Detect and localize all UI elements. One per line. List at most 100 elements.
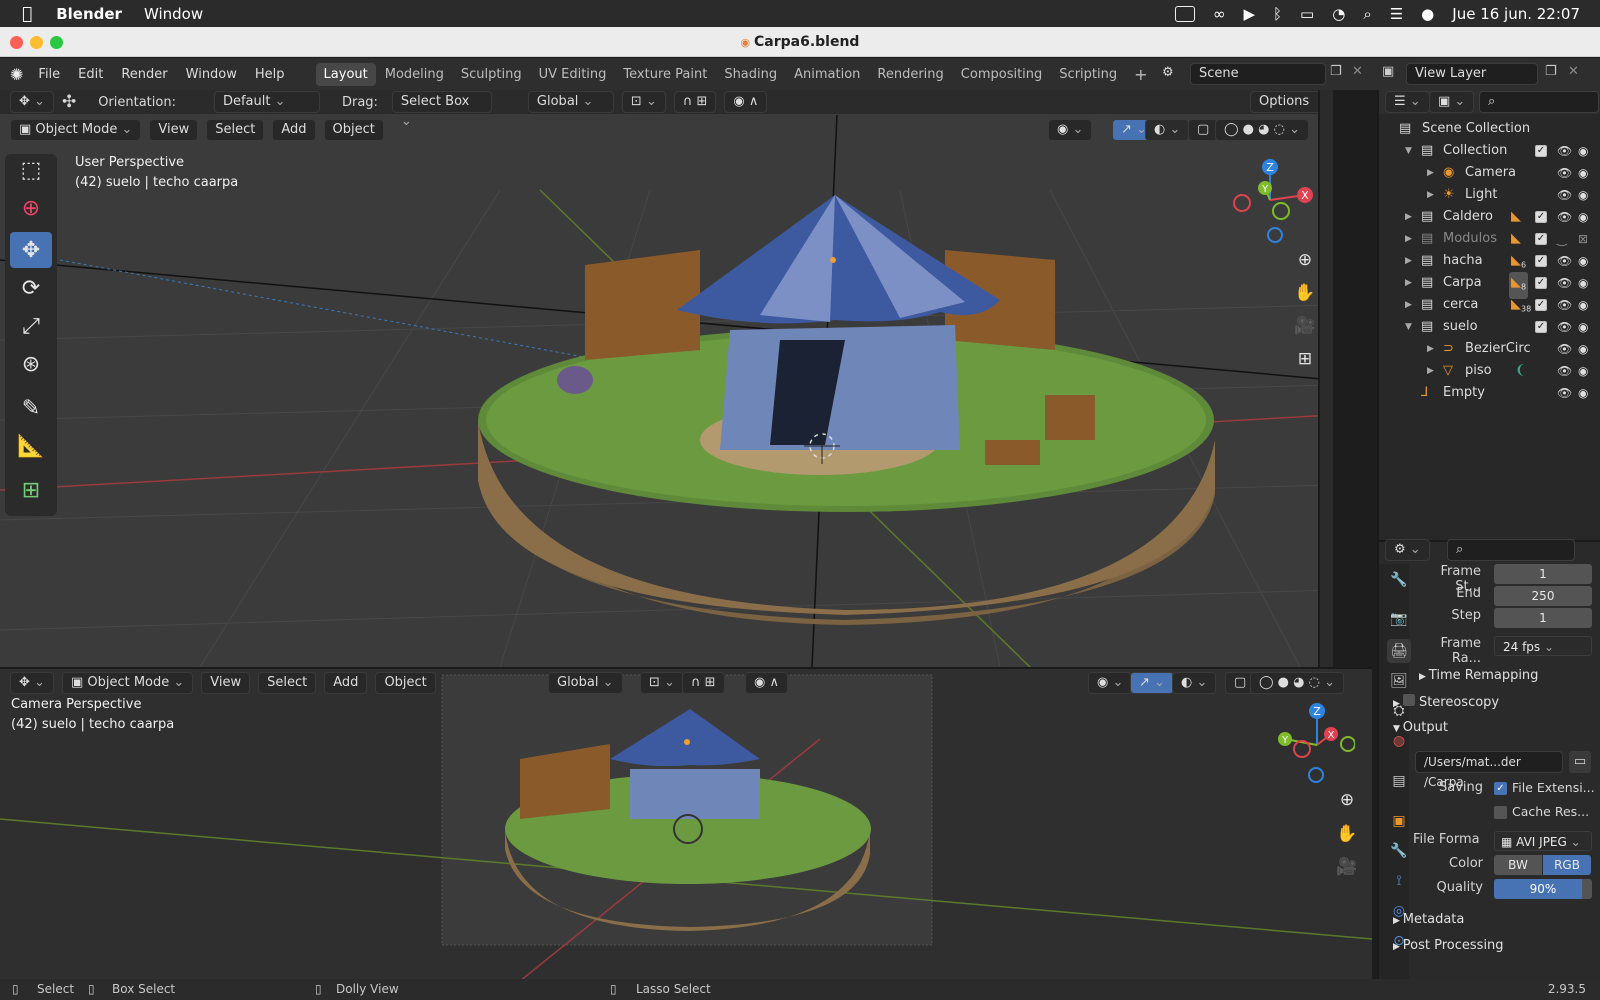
checkbox-icon[interactable]: ✓ — [1535, 299, 1547, 311]
stereoscopy-section[interactable]: ▶ Stereoscopy — [1393, 694, 1499, 710]
close-window-button[interactable] — [10, 36, 23, 49]
play-icon[interactable]: ▶ — [1243, 5, 1255, 23]
region-divider[interactable] — [1318, 90, 1333, 667]
render-camera-icon[interactable]: ◉ — [1578, 162, 1588, 184]
time-remapping-section[interactable]: ▶ Time Remapping — [1419, 668, 1538, 683]
add-workspace-button[interactable]: + — [1126, 61, 1155, 88]
render-camera-icon[interactable]: ◉ — [1578, 140, 1588, 162]
object-tab-icon[interactable]: ▣ — [1387, 809, 1411, 833]
apple-icon[interactable]:  — [22, 4, 32, 24]
eye-icon[interactable]: 👁 — [1557, 184, 1572, 206]
remove-scene-icon[interactable]: ✕ — [1352, 64, 1363, 79]
quality-slider[interactable]: 90% — [1494, 879, 1592, 899]
shading-modes[interactable]: ◯ ● ◕ ◌ — [1215, 119, 1310, 141]
eye-icon[interactable]: 👁 — [1557, 162, 1572, 184]
frame-step-field[interactable]: 1 — [1494, 608, 1592, 628]
remove-view-layer-icon[interactable]: ✕ — [1568, 64, 1579, 79]
new-view-layer-icon[interactable]: ❐ — [1545, 64, 1557, 79]
checkbox-icon[interactable]: ✓ — [1535, 321, 1547, 333]
blender-logo-icon[interactable]: ✺ — [10, 65, 23, 84]
control-center-icon[interactable]: ☰ — [1390, 5, 1403, 23]
add-menu[interactable]: Add — [272, 119, 316, 141]
navigation-gizmo[interactable]: Z X Y — [1225, 155, 1315, 245]
editor-type-icon[interactable]: ✥ — [10, 672, 54, 694]
cam-visibility-icon[interactable]: ◉ — [1088, 672, 1133, 694]
frame-rate-dropdown[interactable]: 24 fps — [1494, 636, 1592, 656]
tab-rendering[interactable]: Rendering — [869, 63, 951, 86]
main-3d-viewport[interactable]: ✥ ✣ Orientation: Default Drag: Select Bo… — [0, 90, 1333, 667]
checkbox-icon[interactable]: ✓ — [1535, 255, 1547, 267]
tab-sculpting[interactable]: Sculpting — [453, 63, 530, 86]
expand-arrow-icon[interactable]: ▶ — [1405, 206, 1412, 228]
outliner-row-piso[interactable]: ▶ ▽ piso ❨ 👁 ◉ — [1379, 360, 1600, 382]
measure-tool[interactable]: 📐 — [10, 428, 52, 464]
rotate-tool[interactable]: ⟳ — [10, 270, 52, 306]
clock-datetime[interactable]: Jue 16 jun. 22:07 — [1452, 5, 1580, 23]
zoom-view-icon[interactable]: ⊕ — [1290, 245, 1320, 275]
menu-help[interactable]: Help — [246, 67, 294, 82]
checkbox-icon[interactable]: ✓ — [1535, 211, 1547, 223]
object-menu[interactable]: Object — [323, 119, 384, 141]
scene-field[interactable]: Scene — [1190, 63, 1326, 85]
render-tab-icon[interactable]: 📷 — [1387, 607, 1411, 631]
render-camera-icon[interactable]: ◉ — [1578, 360, 1588, 382]
snap-icon[interactable]: ∩ ⊞ — [673, 91, 717, 113]
tab-texture-paint[interactable]: Texture Paint — [615, 63, 715, 86]
expand-arrow-icon[interactable]: ▶ — [1405, 294, 1412, 316]
expand-arrow-icon[interactable]: ▶ — [1427, 338, 1434, 360]
checkbox-icon[interactable]: ✓ — [1535, 233, 1547, 245]
expand-arrow-icon[interactable]: ▶ — [1405, 228, 1412, 250]
camera-3d-viewport[interactable]: ✥ ▣ Object Mode View Select Add Object G… — [0, 667, 1372, 979]
post-processing-section[interactable]: ▶ Post Processing — [1393, 938, 1504, 953]
tab-scripting[interactable]: Scripting — [1051, 63, 1125, 86]
select-box-tool[interactable]: ⬚ — [10, 152, 52, 188]
outliner-row-modulos[interactable]: ▶ ▤ Modulos ◣ ✓ ‿ ⊠ — [1379, 228, 1600, 250]
transform-tool[interactable]: ⊛ — [10, 346, 52, 382]
visibility-icon[interactable]: ◉ — [1048, 119, 1093, 141]
eye-icon[interactable]: 👁 — [1557, 272, 1572, 294]
scene-collection-row[interactable]: ▤ Scene Collection — [1379, 118, 1600, 140]
outliner-row-carpa[interactable]: ▶ ▤ Carpa ◣8 ✓ 👁 ◉ — [1379, 272, 1600, 299]
pan-view-icon[interactable]: ✋ — [1290, 278, 1320, 308]
expand-arrow-icon[interactable]: ▶ — [1427, 360, 1434, 382]
new-scene-icon[interactable]: ❐ — [1330, 64, 1342, 79]
cam-view-menu[interactable]: View — [201, 672, 251, 694]
app-menu-blender[interactable]: Blender — [56, 5, 122, 23]
pivot-point-icon[interactable]: ⊡ — [621, 91, 666, 113]
view-layer-icon[interactable]: ▣ — [1382, 64, 1394, 79]
checkbox-icon[interactable]: ✓ — [1535, 145, 1547, 157]
tab-layout[interactable]: Layout — [315, 62, 376, 86]
outliner-row-collection[interactable]: ▼ ▤ Collection ✓ 👁 ◉ — [1379, 140, 1600, 162]
render-camera-icon[interactable]: ◉ — [1578, 382, 1588, 404]
view-menu[interactable]: View — [149, 119, 199, 141]
frame-end-field[interactable]: 250 — [1494, 586, 1592, 606]
camera-view-icon[interactable]: 🎥 — [1290, 311, 1320, 341]
file-format-dropdown[interactable]: ▦ AVI JPEG — [1494, 831, 1592, 851]
render-camera-icon[interactable]: ◉ — [1578, 184, 1588, 206]
outliner-row-empty[interactable]: ⅃ Empty 👁 ◉ — [1379, 382, 1600, 404]
cam-transform-orientation-dropdown[interactable]: Global — [548, 672, 623, 694]
properties-editor-icon[interactable]: ⚙ — [1385, 539, 1430, 561]
cam-object-menu[interactable]: Object — [375, 672, 436, 694]
transform-orientation-dropdown[interactable]: Global — [527, 91, 614, 113]
perspective-toggle-icon[interactable]: ⊞ — [1290, 344, 1320, 374]
render-camera-icon[interactable]: ◉ — [1578, 206, 1588, 228]
cam-shading-modes[interactable]: ◯ ● ◕ ◌ — [1250, 672, 1345, 694]
move-tool[interactable]: ✥ — [10, 232, 52, 268]
battery-icon[interactable]: ▭ — [1300, 5, 1314, 23]
render-camera-icon[interactable]: ◉ — [1578, 294, 1588, 316]
cache-result-checkbox[interactable] — [1494, 806, 1507, 819]
cam-zoom-icon[interactable]: ⊕ — [1332, 785, 1362, 815]
view-layer-field[interactable]: View Layer — [1406, 63, 1538, 85]
properties-search-input[interactable]: ⌕ — [1447, 539, 1575, 561]
display-mode-icon[interactable]: ▣ — [1429, 91, 1475, 113]
tab-shading[interactable]: Shading — [716, 63, 785, 86]
cam-navigation-gizmo[interactable]: Z X Y — [1265, 697, 1355, 787]
expand-arrow-icon[interactable]: ▼ — [1405, 140, 1412, 162]
outliner-search-input[interactable]: ⌕ — [1479, 91, 1599, 113]
eye-icon[interactable]: 👁 — [1557, 360, 1572, 382]
render-camera-icon[interactable]: ◉ — [1578, 272, 1588, 294]
minimize-window-button[interactable] — [30, 36, 43, 49]
eye-icon[interactable]: 👁 — [1557, 338, 1572, 360]
tab-modeling[interactable]: Modeling — [377, 63, 452, 86]
